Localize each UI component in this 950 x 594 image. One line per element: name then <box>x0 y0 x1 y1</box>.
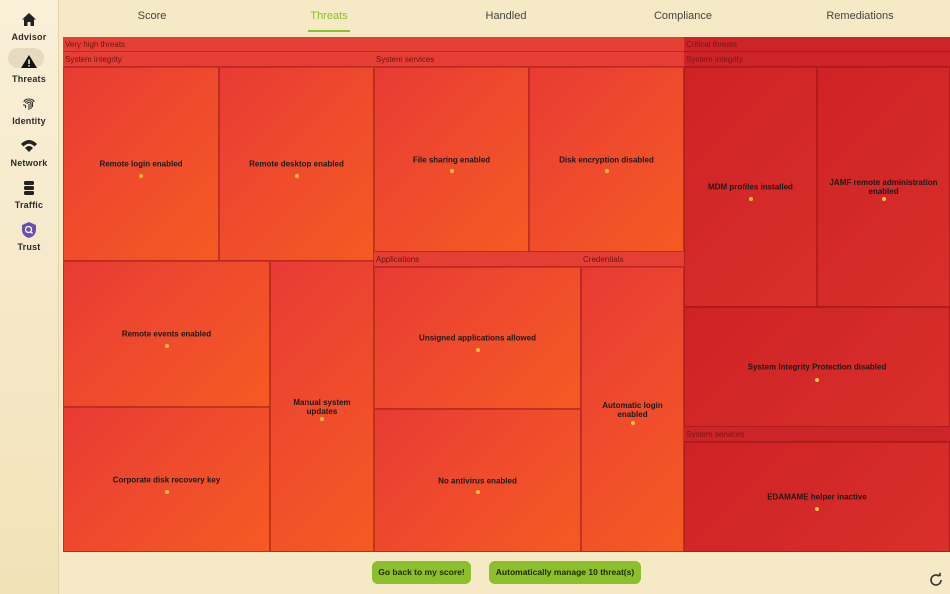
subgroup-title: System integrity <box>63 52 374 67</box>
threat-cell-sip-disabled[interactable]: System Integrity Protection disabled <box>684 307 950 427</box>
severity-dot <box>164 490 169 494</box>
subgroup-title: System services <box>684 427 950 442</box>
tab-bar: Score Threats Handled Compliance Remedia… <box>59 0 950 37</box>
severity-dot <box>748 197 753 201</box>
wifi-icon <box>21 140 37 152</box>
vh-credentials-group: Credentials Automatic login enabled <box>581 252 684 552</box>
threat-label: Remote desktop enabled <box>249 159 344 169</box>
threat-cell-manual-system-updates[interactable]: Manual system updates <box>270 261 374 552</box>
warning-icon <box>21 55 37 68</box>
tab-score[interactable]: Score <box>77 0 227 37</box>
severity-dot <box>630 421 635 425</box>
threat-cell-remote-desktop[interactable]: Remote desktop enabled <box>219 67 374 261</box>
auto-manage-threats-button[interactable]: Automatically manage 10 threat(s) <box>489 561 641 584</box>
sidebar-item-trust[interactable]: Trust <box>0 216 58 256</box>
tab-label: Threats <box>310 10 348 22</box>
sidebar-item-network[interactable]: Network <box>0 132 58 172</box>
threat-cell-remote-login[interactable]: Remote login enabled <box>63 67 219 261</box>
subgroup-title: Credentials <box>581 252 684 267</box>
sidebar-item-label: Threats <box>12 74 46 84</box>
subgroup-title: System integrity <box>684 52 950 67</box>
severity-dot <box>320 417 324 421</box>
crit-system-integrity-group: System integrity MDM profiles installed … <box>684 52 950 427</box>
threat-cell-jamf-remote-admin[interactable]: JAMF remote administration enabled <box>817 67 950 307</box>
very-high-threats-group: Very high threats System integrity Remot… <box>63 37 684 552</box>
threat-label: Manual system updates <box>293 397 351 416</box>
tab-compliance[interactable]: Compliance <box>608 0 758 37</box>
tab-active-underline <box>308 30 350 32</box>
threat-label: Disk encryption disabled <box>559 155 654 164</box>
vh-system-services-group: System services File sharing enabled Dis… <box>374 52 684 252</box>
threat-label: Unsigned applications allowed <box>419 333 536 343</box>
go-back-to-score-button[interactable]: Go back to my score! <box>372 561 471 584</box>
sidebar-item-traffic[interactable]: Traffic <box>0 174 58 214</box>
threat-label: System Integrity Protection disabled <box>747 362 887 372</box>
threat-cell-unsigned-applications[interactable]: Unsigned applications allowed <box>374 267 581 409</box>
subgroup-title: Applications <box>374 252 581 267</box>
sidebar-item-label: Identity <box>12 116 46 126</box>
threat-label: Automatic login enabled <box>602 400 663 419</box>
threat-label: Remote events enabled <box>121 329 212 339</box>
vh-applications-group: Applications Unsigned applications allow… <box>374 252 581 552</box>
crit-system-services-group: System services EDAMAME helper inactive <box>684 427 950 552</box>
tab-handled[interactable]: Handled <box>431 0 581 37</box>
sidebar-item-threats[interactable]: Threats <box>0 48 58 88</box>
sidebar-item-label: Traffic <box>14 200 44 210</box>
database-icon <box>24 181 34 195</box>
threat-cell-file-sharing[interactable]: File sharing enabled <box>374 67 529 252</box>
threat-label: EDAMAME helper inactive <box>767 492 867 502</box>
vh-system-integrity-group: System integrity Remote login enabled Re… <box>63 52 374 552</box>
sidebar-item-label: Trust <box>17 242 41 252</box>
threat-label: Remote login enabled <box>99 159 183 169</box>
critical-threats-group: Critical threats System integrity MDM pr… <box>684 37 950 552</box>
threat-label: JAMF remote administration enabled <box>829 178 938 196</box>
threat-cell-corporate-disk-recovery-key[interactable]: Corporate disk recovery key <box>63 407 270 552</box>
threat-cell-disk-encryption[interactable]: Disk encryption disabled <box>529 67 684 252</box>
sidebar-item-advisor[interactable]: Advisor <box>0 6 58 46</box>
severity-dot <box>139 174 143 178</box>
threat-treemap: Very high threats System integrity Remot… <box>63 37 950 552</box>
threat-cell-automatic-login[interactable]: Automatic login enabled <box>581 267 684 552</box>
threat-cell-mdm-profiles[interactable]: MDM profiles installed <box>684 67 817 307</box>
severity-dot <box>815 378 819 382</box>
fingerprint-icon <box>23 98 35 110</box>
severity-dot <box>475 348 480 352</box>
group-title: Very high threats <box>63 37 684 52</box>
sidebar-item-label: Network <box>10 158 48 168</box>
tab-remediations[interactable]: Remediations <box>785 0 935 37</box>
severity-dot <box>449 169 454 173</box>
group-title: Critical threats <box>684 37 950 52</box>
sidebar: Advisor Threats Identity Network Traffic… <box>0 0 59 594</box>
tab-threats[interactable]: Threats <box>254 0 404 37</box>
threat-label: MDM profiles installed <box>708 182 793 192</box>
threat-cell-remote-events[interactable]: Remote events enabled <box>63 261 270 407</box>
subgroup-title: System services <box>374 52 684 67</box>
threat-cell-edamame-helper[interactable]: EDAMAME helper inactive <box>684 442 950 552</box>
sidebar-item-label: Advisor <box>11 32 47 42</box>
severity-dot <box>815 507 819 511</box>
sidebar-item-identity[interactable]: Identity <box>0 90 58 130</box>
shield-search-icon <box>22 222 36 238</box>
severity-dot <box>294 174 299 178</box>
threat-label: File sharing enabled <box>412 155 491 164</box>
severity-dot <box>475 490 480 494</box>
threat-cell-no-antivirus[interactable]: No antivirus enabled <box>374 409 581 552</box>
home-icon <box>22 13 36 26</box>
severity-dot <box>164 344 169 348</box>
threat-label: No antivirus enabled <box>438 476 517 485</box>
severity-dot <box>881 197 886 201</box>
severity-dot <box>604 169 609 173</box>
refresh-icon[interactable] <box>928 572 944 588</box>
threat-label: Corporate disk recovery key <box>112 475 221 484</box>
